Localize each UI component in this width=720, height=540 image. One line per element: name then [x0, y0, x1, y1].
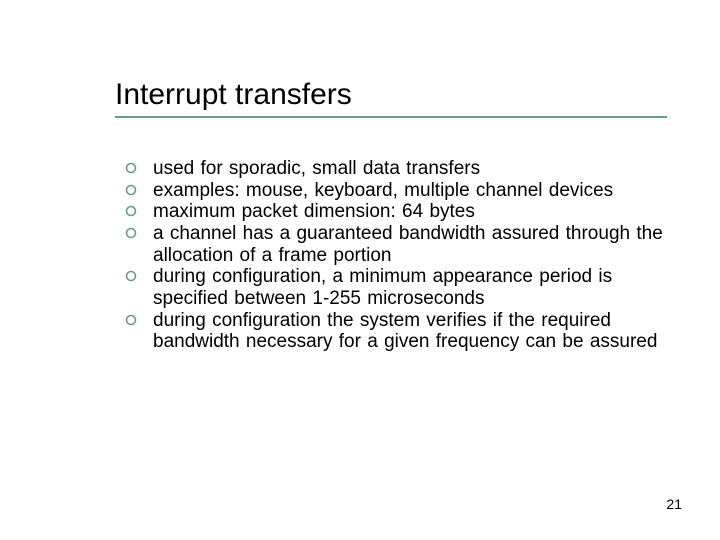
bullet-text: during configuration, a minimum appearan… — [153, 266, 670, 309]
bullet-text: a channel has a guaranteed bandwidth ass… — [153, 223, 670, 266]
list-item: a channel has a guaranteed bandwidth ass… — [125, 223, 670, 266]
bullet-text: maximum packet dimension: 64 bytes — [153, 201, 670, 223]
slide-title: Interrupt transfers — [115, 78, 675, 112]
circle-bullet-icon — [125, 310, 153, 326]
circle-bullet-icon — [125, 266, 153, 282]
slide: Interrupt transfers used for sporadic, s… — [0, 0, 720, 540]
slide-body: used for sporadic, small data transfers … — [125, 158, 670, 353]
list-item: maximum packet dimension: 64 bytes — [125, 201, 670, 223]
bullet-text: during configuration the system verifies… — [153, 310, 670, 353]
title-underline — [115, 116, 667, 118]
page-number: 21 — [666, 496, 682, 512]
circle-bullet-icon — [125, 158, 153, 174]
circle-bullet-icon — [125, 223, 153, 239]
list-item: during configuration the system verifies… — [125, 310, 670, 353]
bullet-text: used for sporadic, small data transfers — [153, 158, 670, 180]
title-block: Interrupt transfers — [115, 78, 675, 118]
list-item: used for sporadic, small data transfers — [125, 158, 670, 180]
list-item: examples: mouse, keyboard, multiple chan… — [125, 180, 670, 202]
list-item: during configuration, a minimum appearan… — [125, 266, 670, 309]
circle-bullet-icon — [125, 201, 153, 217]
circle-bullet-icon — [125, 180, 153, 196]
bullet-text: examples: mouse, keyboard, multiple chan… — [153, 180, 670, 202]
